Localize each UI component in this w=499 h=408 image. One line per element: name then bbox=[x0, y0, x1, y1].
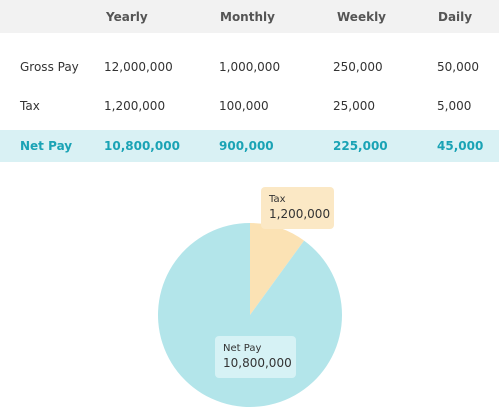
table-row-net-pay: Net Pay 10,800,000 900,000 225,000 45,00… bbox=[0, 130, 499, 162]
cell-monthly: 1,000,000 bbox=[219, 60, 281, 74]
cell-yearly: 10,800,000 bbox=[104, 139, 180, 153]
net-pay-tooltip-label: Net Pay bbox=[223, 343, 262, 354]
cell-daily: 5,000 bbox=[437, 99, 472, 113]
table-header-row: Yearly Monthly Weekly Daily bbox=[0, 0, 499, 33]
cell-daily: 50,000 bbox=[437, 60, 479, 74]
cell-yearly: 12,000,000 bbox=[104, 60, 173, 74]
cell-weekly: 250,000 bbox=[333, 60, 383, 74]
table-row-tax: Tax 1,200,000 100,000 25,000 5,000 bbox=[0, 89, 499, 123]
tax-tooltip-label: Tax bbox=[269, 194, 286, 205]
table-row-gross-pay: Gross Pay 12,000,000 1,000,000 250,000 5… bbox=[0, 50, 499, 84]
cell-weekly: 225,000 bbox=[333, 139, 388, 153]
net-pay-tooltip-value: 10,800,000 bbox=[223, 356, 292, 370]
header-yearly: Yearly bbox=[106, 9, 148, 24]
row-label: Tax bbox=[20, 99, 40, 113]
cell-daily: 45,000 bbox=[437, 139, 484, 153]
row-label: Gross Pay bbox=[20, 60, 79, 74]
header-monthly: Monthly bbox=[220, 9, 275, 24]
cell-monthly: 100,000 bbox=[219, 99, 269, 113]
cell-yearly: 1,200,000 bbox=[104, 99, 166, 113]
tax-tooltip-value: 1,200,000 bbox=[269, 207, 331, 221]
pie-slice-net-pay[interactable] bbox=[157, 223, 343, 407]
row-label: Net Pay bbox=[20, 139, 73, 153]
header-daily: Daily bbox=[438, 9, 473, 24]
cell-monthly: 900,000 bbox=[219, 139, 274, 153]
header-weekly: Weekly bbox=[337, 9, 387, 24]
net-pay-tooltip: Net Pay 10,800,000 bbox=[215, 336, 296, 378]
tax-tooltip: Tax 1,200,000 bbox=[261, 187, 334, 229]
pie-slice-tax[interactable] bbox=[250, 223, 305, 315]
cell-weekly: 25,000 bbox=[333, 99, 375, 113]
